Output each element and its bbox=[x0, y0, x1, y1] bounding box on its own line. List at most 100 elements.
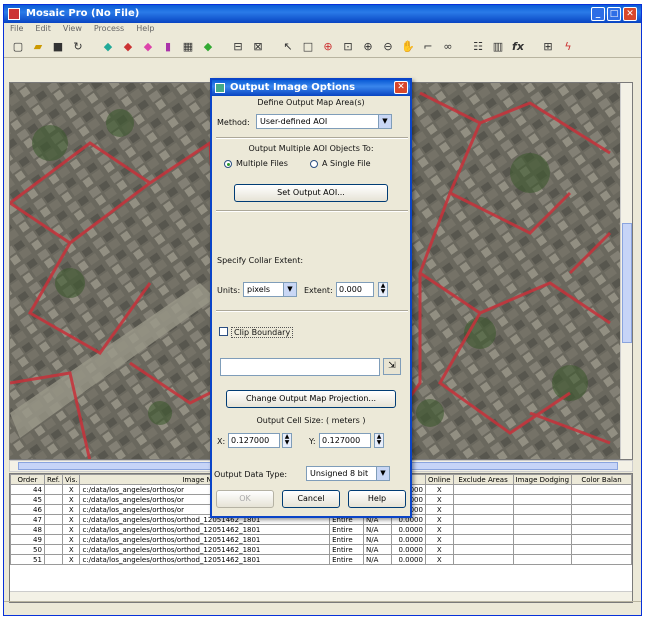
function-icon[interactable]: fx bbox=[510, 39, 526, 55]
row-vis[interactable]: X bbox=[61, 534, 81, 545]
row-ref[interactable] bbox=[43, 554, 63, 565]
row-col6[interactable]: 0.0000 bbox=[390, 534, 426, 545]
close-button[interactable]: ✕ bbox=[623, 7, 637, 21]
row-online[interactable]: X bbox=[424, 494, 454, 505]
table-row[interactable]: 51 Xc:/data/los_angeles/orthos/orthod_120… bbox=[10, 554, 632, 565]
row-dodging[interactable] bbox=[512, 534, 573, 545]
cell-size-x-input[interactable]: 0.127000 bbox=[228, 433, 280, 448]
map-vscroll-thumb[interactable] bbox=[622, 223, 632, 343]
ok-button[interactable]: OK bbox=[216, 490, 274, 508]
col-vis[interactable]: Vis. bbox=[61, 474, 81, 485]
row-exclude[interactable] bbox=[452, 534, 514, 545]
row-online[interactable]: X bbox=[424, 484, 454, 495]
row-order[interactable]: 46 bbox=[10, 504, 45, 515]
row-vis[interactable]: X bbox=[61, 544, 81, 555]
row-image-name[interactable]: c:/data/los_angeles/orthos/orthod_120514… bbox=[79, 544, 331, 555]
row-col5[interactable]: N/A bbox=[363, 544, 392, 555]
row-exclude[interactable] bbox=[452, 494, 514, 505]
link-icon[interactable]: ∞ bbox=[440, 39, 456, 55]
row-dodging[interactable] bbox=[512, 504, 573, 515]
row-col4[interactable]: Entire bbox=[329, 524, 365, 535]
row-color-balance[interactable] bbox=[571, 524, 632, 535]
row-ref[interactable] bbox=[43, 534, 63, 545]
layer-remove-icon[interactable]: ◆ bbox=[120, 39, 136, 55]
save-icon[interactable]: ■ bbox=[50, 39, 66, 55]
row-exclude[interactable] bbox=[452, 514, 514, 525]
table-row[interactable]: 48 Xc:/data/los_angeles/orthos/orthod_120… bbox=[10, 524, 632, 535]
target-icon[interactable]: ⊕ bbox=[320, 39, 336, 55]
row-image-name[interactable]: c:/data/los_angeles/orthos/orthod_120514… bbox=[79, 554, 331, 565]
row-dodging[interactable] bbox=[512, 524, 573, 535]
row-col6[interactable]: 0.0000 bbox=[390, 544, 426, 555]
radio-single-file[interactable] bbox=[310, 160, 318, 168]
row-vis[interactable]: X bbox=[61, 494, 81, 505]
arrow-icon[interactable]: ↖ bbox=[280, 39, 296, 55]
col-exclude-areas[interactable]: Exclude Areas bbox=[452, 474, 514, 485]
menu-edit[interactable]: Edit bbox=[35, 23, 51, 35]
display-icon[interactable]: ⊠ bbox=[250, 39, 266, 55]
row-dodging[interactable] bbox=[512, 514, 573, 525]
method-select[interactable]: User-defined AOI ▼ bbox=[256, 114, 392, 129]
radio-multiple-files[interactable] bbox=[224, 160, 232, 168]
row-online[interactable]: X bbox=[424, 544, 454, 555]
row-col4[interactable]: Entire bbox=[329, 544, 365, 555]
open-icon[interactable]: ▰ bbox=[30, 39, 46, 55]
layer-purple-icon[interactable]: ▮ bbox=[160, 39, 176, 55]
row-color-balance[interactable] bbox=[571, 504, 632, 515]
help-button[interactable]: Help bbox=[348, 490, 406, 508]
change-projection-button[interactable]: Change Output Map Projection... bbox=[226, 390, 396, 408]
row-order[interactable]: 45 bbox=[10, 494, 45, 505]
row-ref[interactable] bbox=[43, 484, 63, 495]
row-ref[interactable] bbox=[43, 524, 63, 535]
row-color-balance[interactable] bbox=[571, 514, 632, 525]
row-online[interactable]: X bbox=[424, 514, 454, 525]
pan-icon[interactable]: ✋ bbox=[400, 39, 416, 55]
extent-input[interactable]: 0.000 bbox=[336, 282, 374, 297]
layer-color-icon[interactable]: ◆ bbox=[140, 39, 156, 55]
row-col5[interactable]: N/A bbox=[363, 554, 392, 565]
row-ref[interactable] bbox=[43, 544, 63, 555]
layer-add-icon[interactable]: ◆ bbox=[100, 39, 116, 55]
row-online[interactable]: X bbox=[424, 504, 454, 515]
layer-green-icon[interactable]: ◆ bbox=[200, 39, 216, 55]
row-exclude[interactable] bbox=[452, 544, 514, 555]
cancel-button[interactable]: Cancel bbox=[282, 490, 340, 508]
row-ref[interactable] bbox=[43, 504, 63, 515]
minimize-button[interactable]: _ bbox=[591, 7, 605, 21]
cell-size-x-spinner[interactable]: ▲ ▼ bbox=[282, 433, 292, 448]
refresh-icon[interactable]: ↻ bbox=[70, 39, 86, 55]
row-col5[interactable]: N/A bbox=[363, 524, 392, 535]
row-col4[interactable]: Entire bbox=[329, 534, 365, 545]
row-vis[interactable]: X bbox=[61, 504, 81, 515]
extent-spinner[interactable]: ▲ ▼ bbox=[378, 282, 388, 297]
clip-boundary-path[interactable] bbox=[220, 358, 380, 376]
row-exclude[interactable] bbox=[452, 524, 514, 535]
select-box-icon[interactable]: □ bbox=[300, 39, 316, 55]
row-online[interactable]: X bbox=[424, 554, 454, 565]
row-col4[interactable]: Entire bbox=[329, 554, 365, 565]
row-exclude[interactable] bbox=[452, 484, 514, 495]
clip-boundary-checkbox[interactable] bbox=[219, 327, 228, 336]
row-online[interactable]: X bbox=[424, 534, 454, 545]
menu-process[interactable]: Process bbox=[94, 23, 124, 35]
run-icon[interactable]: ϟ bbox=[560, 39, 576, 55]
row-order[interactable]: 47 bbox=[10, 514, 45, 525]
row-color-balance[interactable] bbox=[571, 494, 632, 505]
zoom-out-icon[interactable]: ⊖ bbox=[380, 39, 396, 55]
row-col6[interactable]: 0.0000 bbox=[390, 524, 426, 535]
row-color-balance[interactable] bbox=[571, 534, 632, 545]
col-online[interactable]: Online bbox=[424, 474, 454, 485]
row-image-name[interactable]: c:/data/los_angeles/orthos/orthod_120514… bbox=[79, 534, 331, 545]
row-order[interactable]: 49 bbox=[10, 534, 45, 545]
row-color-balance[interactable] bbox=[571, 554, 632, 565]
chart-icon[interactable]: ▥ bbox=[490, 39, 506, 55]
row-image-name[interactable]: c:/data/los_angeles/orthos/orthod_120514… bbox=[79, 524, 331, 535]
row-color-balance[interactable] bbox=[571, 484, 632, 495]
row-color-balance[interactable] bbox=[571, 544, 632, 555]
row-col6[interactable]: 0.0000 bbox=[390, 554, 426, 565]
row-order[interactable]: 50 bbox=[10, 544, 45, 555]
row-online[interactable]: X bbox=[424, 524, 454, 535]
cell-size-y-input[interactable]: 0.127000 bbox=[319, 433, 371, 448]
zoom-fit-icon[interactable]: ⊡ bbox=[340, 39, 356, 55]
row-dodging[interactable] bbox=[512, 554, 573, 565]
